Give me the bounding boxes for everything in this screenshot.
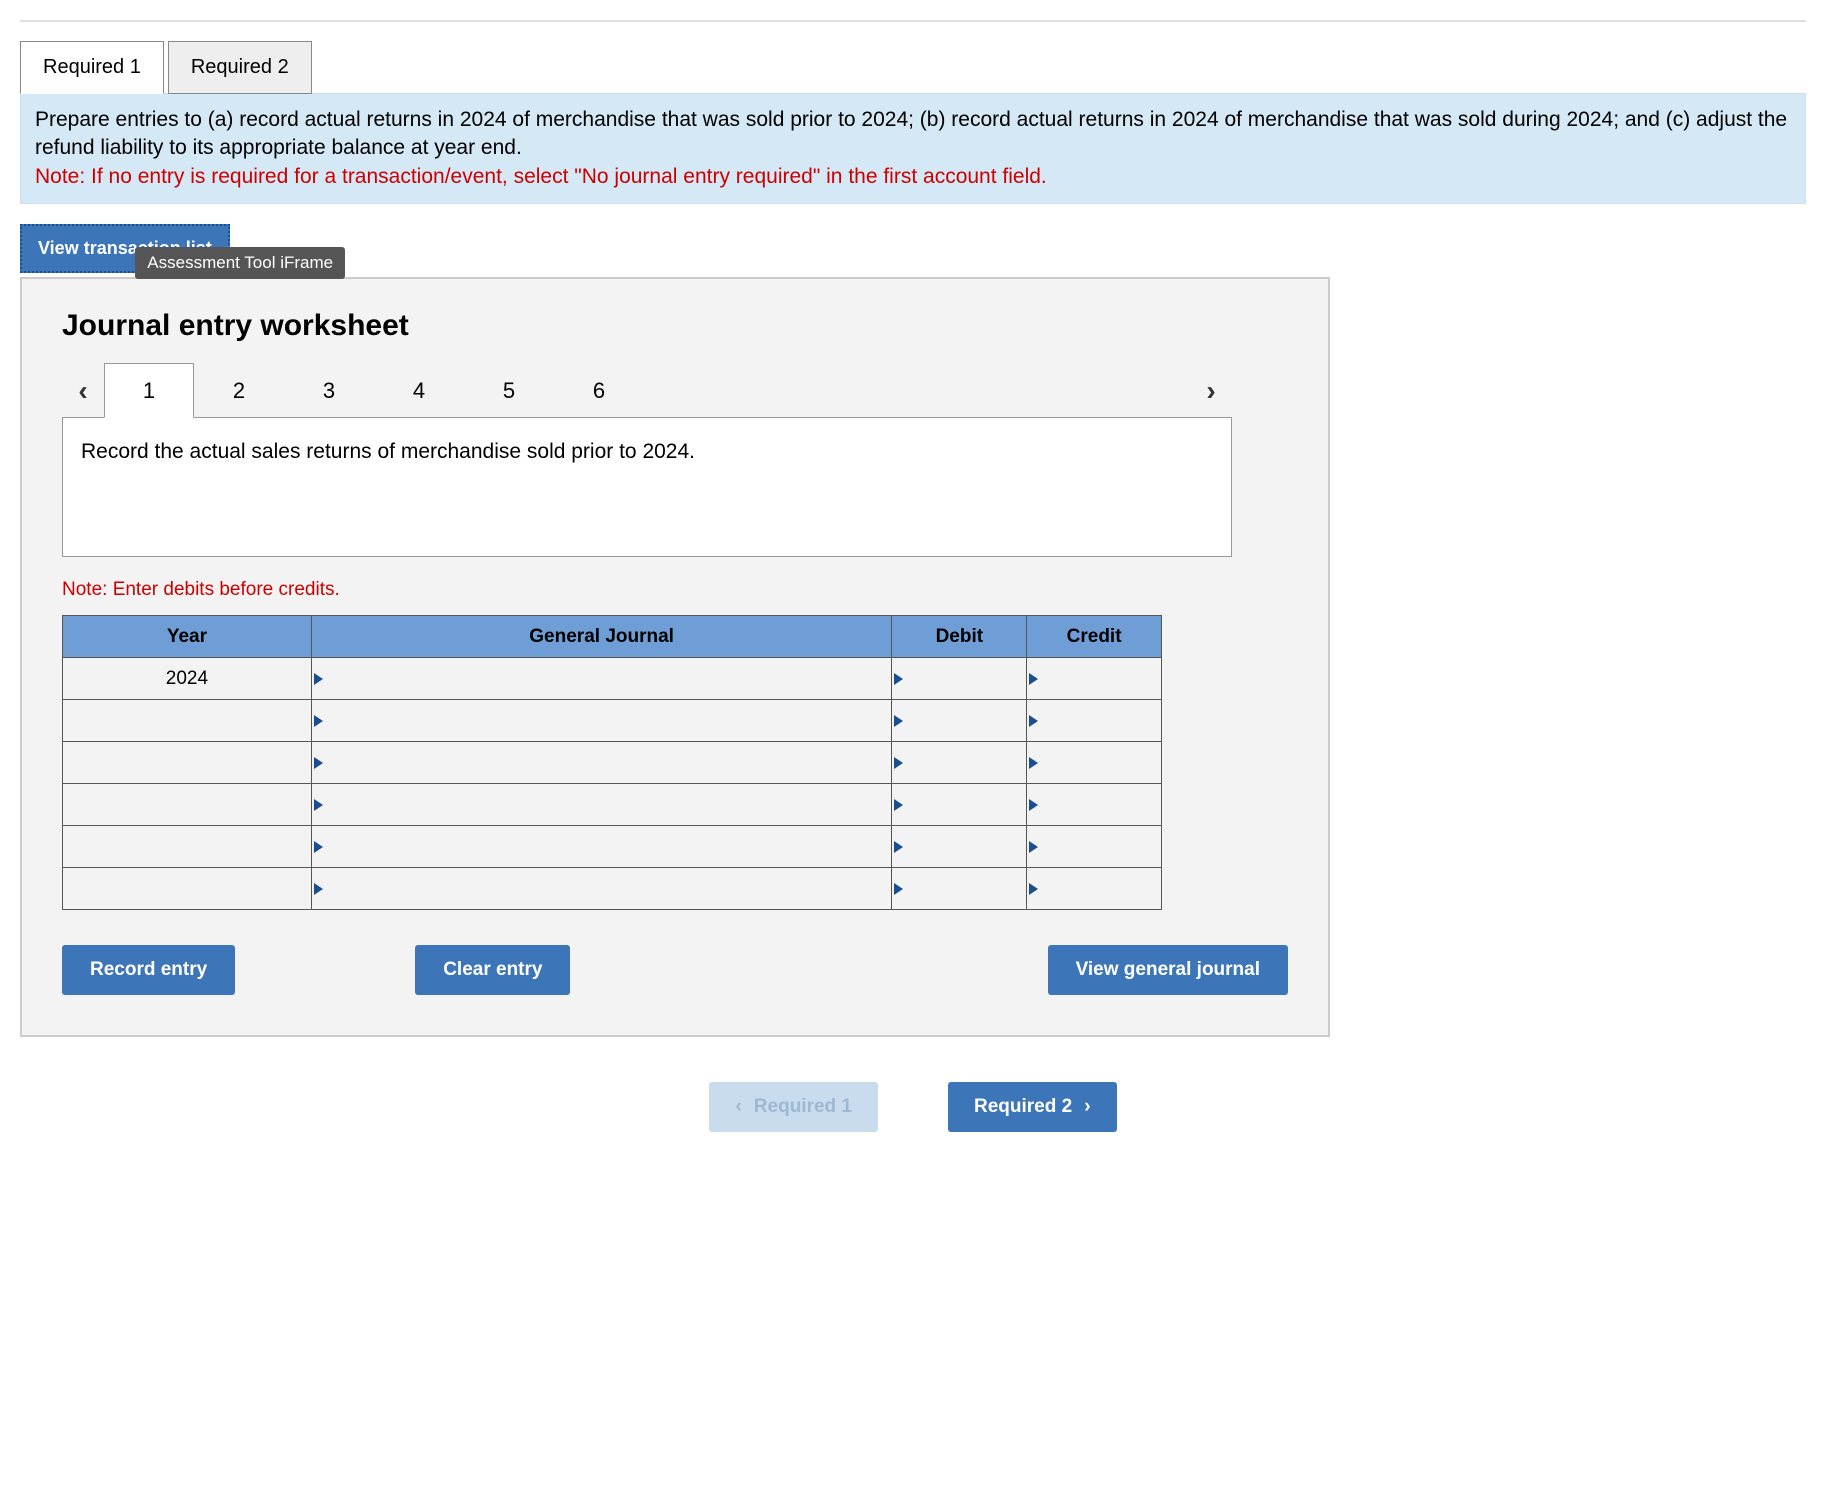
account-cell[interactable] (311, 658, 892, 700)
dropdown-arrow-icon (894, 673, 903, 685)
account-cell[interactable] (311, 868, 892, 910)
instructions-body: Prepare entries to (a) record actual ret… (35, 108, 1787, 159)
debit-cell[interactable] (892, 700, 1027, 742)
table-row (63, 784, 1162, 826)
dropdown-arrow-icon (314, 673, 323, 685)
instructions-panel: Prepare entries to (a) record actual ret… (20, 93, 1806, 204)
account-cell[interactable] (311, 742, 892, 784)
tab-required-2[interactable]: Required 2 (168, 41, 312, 94)
debit-cell[interactable] (892, 868, 1027, 910)
dropdown-arrow-icon (314, 799, 323, 811)
journal-table: Year General Journal Debit Credit 2024 (62, 615, 1162, 910)
step-tab-2[interactable]: 2 (194, 363, 284, 418)
year-cell[interactable] (63, 826, 312, 868)
year-cell[interactable]: 2024 (63, 658, 312, 700)
tab-required-1[interactable]: Required 1 (20, 41, 164, 94)
chevron-right-icon: › (1084, 1096, 1090, 1118)
col-header-debit: Debit (892, 616, 1027, 658)
account-cell[interactable] (311, 784, 892, 826)
step-tabs: ‹ 1 2 3 4 5 6 › (62, 363, 1232, 418)
year-cell[interactable] (63, 868, 312, 910)
table-row (63, 868, 1162, 910)
view-general-journal-button[interactable]: View general journal (1048, 945, 1288, 995)
credit-cell[interactable] (1027, 868, 1162, 910)
next-required-button[interactable]: Required 2 › (948, 1082, 1117, 1132)
clear-entry-button[interactable]: Clear entry (415, 945, 570, 995)
credit-cell[interactable] (1027, 700, 1162, 742)
step-tab-3[interactable]: 3 (284, 363, 374, 418)
dropdown-arrow-icon (1029, 673, 1038, 685)
credit-cell[interactable] (1027, 658, 1162, 700)
debit-cell[interactable] (892, 742, 1027, 784)
dropdown-arrow-icon (894, 715, 903, 727)
dropdown-arrow-icon (314, 883, 323, 895)
col-header-credit: Credit (1027, 616, 1162, 658)
step-tab-4[interactable]: 4 (374, 363, 464, 418)
dropdown-arrow-icon (314, 715, 323, 727)
tooltip-assessment-iframe: Assessment Tool iFrame (135, 247, 345, 279)
outer-tabs: Required 1 Required 2 (20, 40, 1806, 94)
account-cell[interactable] (311, 826, 892, 868)
chevron-left-icon: ‹ (735, 1096, 741, 1118)
dropdown-arrow-icon (1029, 799, 1038, 811)
year-cell[interactable] (63, 784, 312, 826)
credit-cell[interactable] (1027, 742, 1162, 784)
chevron-left-icon[interactable]: ‹ (62, 370, 104, 412)
journal-worksheet: Journal entry worksheet ‹ 1 2 3 4 5 6 › … (20, 277, 1330, 1037)
dropdown-arrow-icon (894, 757, 903, 769)
dropdown-arrow-icon (1029, 757, 1038, 769)
table-row (63, 700, 1162, 742)
next-label: Required 2 (974, 1096, 1072, 1118)
dropdown-arrow-icon (314, 841, 323, 853)
step-tab-1[interactable]: 1 (104, 363, 194, 418)
table-row (63, 742, 1162, 784)
dropdown-arrow-icon (314, 757, 323, 769)
record-entry-button[interactable]: Record entry (62, 945, 235, 995)
dropdown-arrow-icon (1029, 883, 1038, 895)
dropdown-arrow-icon (894, 841, 903, 853)
table-row (63, 826, 1162, 868)
col-header-year: Year (63, 616, 312, 658)
table-row: 2024 (63, 658, 1162, 700)
account-cell[interactable] (311, 700, 892, 742)
year-cell[interactable] (63, 700, 312, 742)
debit-cell[interactable] (892, 784, 1027, 826)
worksheet-title: Journal entry worksheet (62, 309, 1288, 343)
debits-before-credits-note: Note: Enter debits before credits. (62, 579, 1288, 601)
credit-cell[interactable] (1027, 784, 1162, 826)
debit-cell[interactable] (892, 658, 1027, 700)
credit-cell[interactable] (1027, 826, 1162, 868)
dropdown-arrow-icon (1029, 841, 1038, 853)
dropdown-arrow-icon (894, 883, 903, 895)
step-tab-6[interactable]: 6 (554, 363, 644, 418)
dropdown-arrow-icon (1029, 715, 1038, 727)
col-header-general-journal: General Journal (311, 616, 892, 658)
prev-required-button: ‹ Required 1 (709, 1082, 878, 1132)
chevron-right-icon[interactable]: › (1190, 370, 1232, 412)
entry-prompt: Record the actual sales returns of merch… (62, 417, 1232, 557)
instructions-note: Note: If no entry is required for a tran… (35, 165, 1047, 188)
year-cell[interactable] (63, 742, 312, 784)
dropdown-arrow-icon (894, 799, 903, 811)
prev-label: Required 1 (754, 1096, 852, 1118)
debit-cell[interactable] (892, 826, 1027, 868)
step-tab-5[interactable]: 5 (464, 363, 554, 418)
